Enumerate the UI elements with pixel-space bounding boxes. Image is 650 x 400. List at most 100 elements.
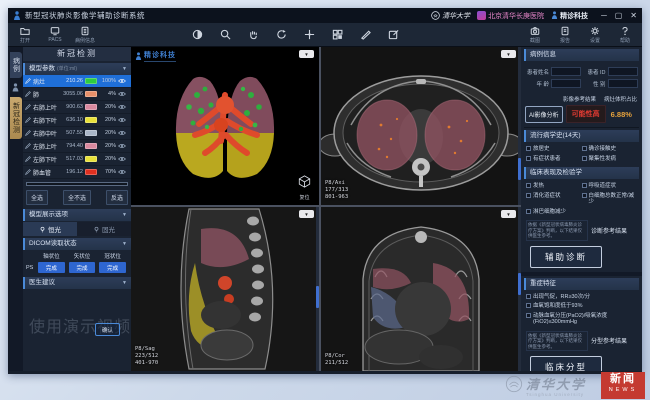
close-button[interactable]: ✕ [630,11,637,20]
settings-button[interactable]: 设置 [584,26,606,44]
confirm-button[interactable]: 确认 [95,323,120,336]
patient-icon[interactable] [11,83,20,92]
color-swatch[interactable] [85,143,97,149]
checkbox-icon[interactable] [582,156,587,161]
gender-input[interactable] [608,79,638,88]
select-all-button[interactable]: 全选 [26,190,48,205]
rotate-icon[interactable] [276,29,287,40]
case-info-header[interactable]: 病例信息 [524,49,639,61]
eye-icon[interactable] [118,130,126,136]
measure-pencil-icon[interactable] [360,29,371,40]
epidemiology-header[interactable]: 流行病学史(14天) [524,130,639,142]
doctor-advice-header[interactable]: 医生建议 ▼ [23,277,131,289]
model-row-lll[interactable]: 左肺下叶 517.03 20% [23,153,131,166]
tab-case[interactable]: 病例 [10,52,22,78]
eye-icon[interactable] [118,104,126,110]
crosshair-icon[interactable] [304,29,315,40]
contrast-icon[interactable] [192,29,203,40]
edit-icon[interactable] [25,169,31,175]
tab-fixed-light[interactable]: 固光 [77,222,131,236]
checkbox-rr30[interactable]: 出现气促，RR≥30次/分 [526,294,637,301]
color-swatch[interactable] [85,104,97,110]
checkbox-respiratory[interactable]: 呼吸道症状 [582,183,638,190]
view-menu-button[interactable]: ▼ [299,210,314,218]
scrollbar-thumb[interactable] [316,286,319,308]
checkbox-icon[interactable] [582,193,587,198]
view-menu-button[interactable]: ▼ [501,210,516,218]
annotate-icon[interactable] [388,29,399,40]
eye-icon[interactable] [118,117,126,123]
checkbox-icon[interactable] [526,156,531,161]
patient-name-input[interactable] [551,67,581,76]
checkbox-icon[interactable] [582,183,587,188]
tab-covid-detection[interactable]: 新冠检测 [10,97,22,139]
checkbox-confirmed-contact[interactable]: 确诊接触史 [582,146,638,153]
color-swatch[interactable] [85,156,97,162]
view-menu-button[interactable]: ▼ [501,50,516,58]
model-row-vessels[interactable]: 肺血管 196.12 70% [23,166,131,179]
view-axial[interactable]: ▼ P8/Axi 177/313 801-963 [321,47,521,205]
view-3d[interactable]: 精诊科技 ▼ 复位 [131,47,319,205]
edit-icon[interactable] [25,104,31,110]
eye-icon[interactable] [118,169,126,175]
minimize-button[interactable]: ─ [601,11,607,20]
case-info-button[interactable]: 病例信息 [74,26,96,44]
eye-icon[interactable] [118,91,126,97]
age-input[interactable] [551,79,581,88]
dicom-status-sagittal[interactable]: 完成 [69,262,96,273]
eye-icon[interactable] [118,156,126,162]
model-row-lul[interactable]: 左肺上叶 794.40 20% [23,140,131,153]
color-swatch[interactable] [85,130,97,136]
aux-diagnosis-button[interactable]: 辅助诊断 [530,246,602,268]
help-button[interactable]: 帮助 [614,26,636,44]
tab-constant-light[interactable]: 恒光 [23,222,77,236]
checkbox-icon[interactable] [526,193,531,198]
view-coronal[interactable]: ▼ P8/Cor 211/512 [321,207,521,371]
view-menu-button[interactable]: ▼ [299,50,314,58]
model-row-rul[interactable]: 右肺上叶 900.63 20% [23,101,131,114]
reset-view-button[interactable]: 复位 [298,175,311,201]
open-button[interactable]: 打开 [14,26,36,44]
checkbox-travel-history[interactable]: 旅居史 [526,146,582,153]
edit-icon[interactable] [25,91,31,97]
dicom-status-axial[interactable]: 完成 [38,262,65,273]
model-row-lesion[interactable]: 病灶 210.26 100% [23,75,131,88]
color-swatch[interactable] [85,117,97,123]
dicom-status-coronal[interactable]: 完成 [99,262,126,273]
checkbox-wbc[interactable]: 白细胞总数正常/减少 [582,193,638,206]
checkbox-icon[interactable] [582,146,587,151]
checkbox-icon[interactable] [526,303,531,308]
checkbox-lymphopenia[interactable]: 淋巴细胞减少 [526,209,637,216]
dicom-status-header[interactable]: DICOM读取状态 ▼ [23,238,131,250]
clinical-classification-button[interactable]: 临床分型 [530,356,602,371]
pacs-button[interactable]: PACS [44,26,66,43]
model-row-rml[interactable]: 右肺中叶 507.55 20% [23,127,131,140]
view-sagittal[interactable]: ▼ P8/Sag 223/512 401-970 [131,207,319,371]
select-none-button[interactable]: 全不选 [63,190,91,205]
pan-hand-icon[interactable] [248,29,259,40]
zoom-icon[interactable] [220,29,231,40]
severe-features-header[interactable]: 重症特征 [524,278,639,290]
checkbox-cluster-onset[interactable]: 聚集性发病 [582,156,638,163]
checkbox-icon[interactable] [526,183,531,188]
checkbox-symptomatic-patient[interactable]: 有症状患者 [526,156,582,163]
slice-scrollbar[interactable] [316,207,319,371]
checkbox-digestive[interactable]: 消化道症状 [526,193,582,206]
edit-icon[interactable] [25,156,31,162]
ai-analysis-button[interactable]: AI影像分析 [525,106,563,123]
model-params-header[interactable]: 模型参数 (单位:ml) ▼ [23,63,131,75]
color-swatch[interactable] [85,78,97,84]
invert-selection-button[interactable]: 反选 [106,190,128,205]
clinical-header[interactable]: 临床表现及检验学 [524,167,639,179]
maximize-button[interactable]: ▢ [615,11,623,20]
edit-icon[interactable] [25,130,31,136]
layout-grid-icon[interactable] [332,29,343,40]
display-options-header[interactable]: 模型展示选项 ▼ [23,209,131,221]
color-swatch[interactable] [85,91,97,97]
eye-icon[interactable] [118,143,126,149]
edit-icon[interactable] [25,117,31,123]
screenshot-button[interactable]: 截图 [524,26,546,44]
checkbox-spo2[interactable]: 血氧饱和度低于93% [526,303,637,310]
edit-icon[interactable] [25,143,31,149]
checkbox-pao2[interactable]: 动脉血氧分压(PaO2)/吸氧浓度(FiO2)≤300mmHg [526,313,637,326]
